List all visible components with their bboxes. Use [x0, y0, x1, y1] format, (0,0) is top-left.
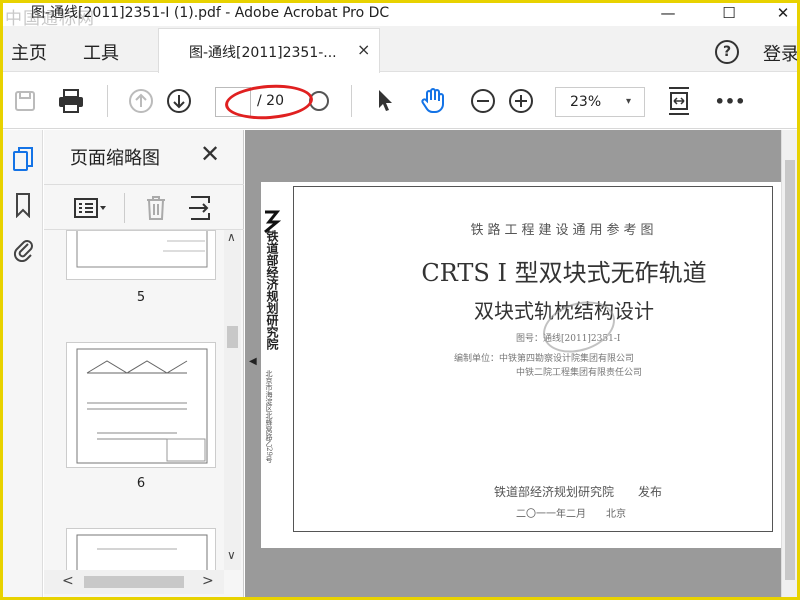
- login-button[interactable]: 登录: [763, 40, 797, 66]
- document-view[interactable]: ◀ 铁道部经济规划研究院 北京市海淀区北蜂窝路乙29号 铁路工程建设通用参考图 …: [245, 130, 781, 597]
- fit-page-icon[interactable]: [665, 87, 693, 115]
- bookmark-icon[interactable]: [11, 192, 35, 218]
- arrow-up-circle-icon[interactable]: [127, 87, 155, 115]
- spine-address: 北京市海淀区北蜂窝路乙29号: [265, 370, 273, 463]
- thumbnail-panel: 页面缩略图 ✕ 5 6 ∧ ∨ < >: [44, 130, 244, 597]
- zoom-select[interactable]: 23% ▾: [555, 87, 645, 117]
- arrow-down-circle-icon[interactable]: [165, 87, 193, 115]
- doc-series: 铁路工程建设通用参考图: [470, 223, 658, 238]
- doc-date: 二〇一一年二月 北京: [516, 509, 626, 520]
- toolbar: / 20 23% ▾ •••: [3, 73, 797, 129]
- cursor-arrow-icon[interactable]: [371, 87, 399, 115]
- page-frame: 铁路工程建设通用参考图 CRTS I 型双块式无砟轨道 双块式轨枕结构设计 图号…: [293, 186, 773, 532]
- attachment-icon[interactable]: [11, 236, 35, 262]
- panel-title: 页面缩略图: [70, 148, 160, 169]
- menu-tools[interactable]: 工具: [83, 39, 119, 65]
- thumbnail-label: 6: [136, 476, 146, 491]
- pdf-page: 铁道部经济规划研究院 北京市海淀区北蜂窝路乙29号 铁路工程建设通用参考图 CR…: [261, 182, 781, 548]
- thumbnail-hscrollbar[interactable]: < >: [44, 570, 224, 594]
- thumbnail-options-icon[interactable]: [74, 197, 108, 223]
- thumbnail-list: 5 6: [44, 230, 224, 570]
- compiler-line-2: 中铁二院工程集团有限责任公司: [516, 368, 643, 378]
- panel-toolbar-divider: [124, 193, 125, 223]
- pages-icon[interactable]: [11, 146, 35, 172]
- window-title: 图-通线[2011]2351-I (1).pdf - Adobe Acrobat…: [31, 5, 390, 21]
- scrollbar-thumb[interactable]: [227, 326, 238, 348]
- hscrollbar-thumb[interactable]: [84, 576, 184, 588]
- help-icon[interactable]: ?: [715, 40, 739, 64]
- panel-toolbar: [44, 184, 244, 230]
- zoom-value: 23%: [570, 94, 602, 110]
- print-icon[interactable]: [57, 87, 85, 115]
- doc-title: CRTS I 型双块式无砟轨道: [421, 259, 707, 287]
- insert-page-icon[interactable]: [188, 195, 214, 225]
- thumbnail-page[interactable]: [66, 230, 216, 280]
- plus-circle-icon[interactable]: [507, 87, 535, 115]
- menu-bar: 主页 工具 图-通线[2011]2351-... × ? 登录: [3, 26, 797, 73]
- maximize-button[interactable]: ☐: [709, 3, 749, 23]
- hand-icon[interactable]: [419, 87, 447, 115]
- scroll-up-arrow[interactable]: ∧: [227, 230, 236, 244]
- toolbar-divider: [351, 85, 352, 117]
- minus-circle-icon[interactable]: [469, 87, 497, 115]
- thumbnail-page[interactable]: [66, 342, 216, 468]
- collapse-panel-handle[interactable]: ◀: [249, 356, 257, 367]
- document-scrollbar[interactable]: [781, 130, 797, 597]
- document-tab-close-button[interactable]: ×: [357, 40, 370, 59]
- more-tools-button[interactable]: •••: [715, 87, 746, 115]
- save-icon[interactable]: [11, 87, 39, 115]
- compiler-line-1: 编制单位：中铁第四勘察设计院集团有限公司: [454, 354, 635, 364]
- menu-home[interactable]: 主页: [11, 39, 47, 65]
- scroll-down-arrow[interactable]: ∨: [227, 548, 236, 562]
- thumbnail-scrollbar[interactable]: ∧ ∨: [224, 230, 241, 570]
- left-rail: [3, 130, 43, 597]
- scroll-left-arrow[interactable]: <: [62, 573, 74, 589]
- title-bar: 中国通标网 图-通线[2011]2351-I (1).pdf - Adobe A…: [3, 3, 797, 29]
- thumbnail-page[interactable]: [66, 528, 216, 570]
- chevron-down-icon: ▾: [626, 96, 632, 107]
- toolbar-divider: [107, 85, 108, 117]
- spine-organization: 铁道部经济规划研究院: [265, 230, 279, 350]
- close-icon[interactable]: ✕: [200, 140, 220, 168]
- minimize-button[interactable]: —: [648, 3, 688, 23]
- doc-publisher: 铁道部经济规划研究院 发布: [494, 485, 663, 499]
- close-window-button[interactable]: ✕: [763, 3, 797, 23]
- app-window: 中国通标网 图-通线[2011]2351-I (1).pdf - Adobe A…: [0, 0, 800, 600]
- document-scrollbar-thumb[interactable]: [785, 160, 795, 580]
- document-tab[interactable]: 图-通线[2011]2351-... ×: [158, 28, 380, 73]
- thumbnail-label: 5: [136, 290, 146, 305]
- scroll-right-arrow[interactable]: >: [202, 573, 214, 589]
- trash-icon[interactable]: [144, 195, 168, 225]
- document-tab-label: 图-通线[2011]2351-...: [189, 45, 337, 61]
